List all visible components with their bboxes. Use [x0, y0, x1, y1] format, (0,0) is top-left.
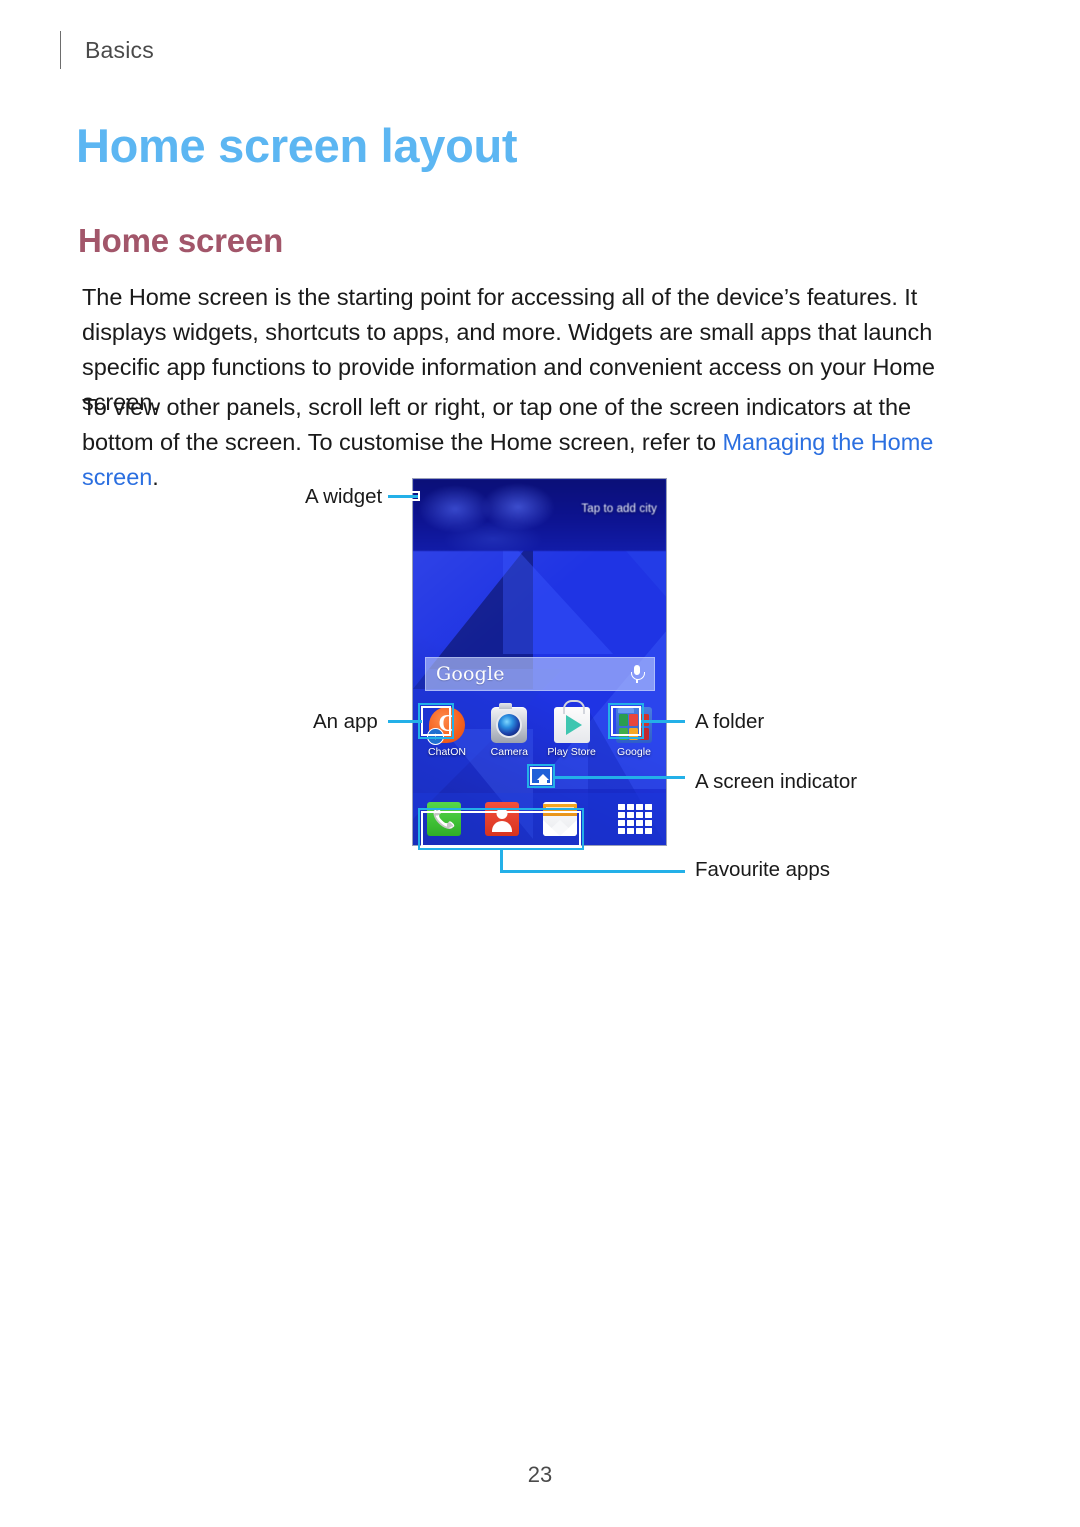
app-shortcut-camera[interactable]: Camera [481, 703, 537, 758]
apps-grid-icon[interactable] [618, 804, 652, 834]
callout-app: An app [313, 710, 378, 733]
app-label: ChatON [428, 746, 466, 758]
google-wordmark: Google [436, 663, 505, 685]
callout-favourite-apps: Favourite apps [695, 858, 830, 881]
leader-line-widget [388, 495, 418, 498]
page-title: Home screen layout [76, 119, 518, 172]
running-head-label: Basics [85, 36, 154, 63]
app-label: Google [617, 746, 651, 758]
app-label: Camera [490, 746, 528, 758]
play-store-icon[interactable] [553, 700, 590, 743]
highlight-screen-indicator-inner [530, 767, 552, 785]
leader-line-folder [641, 720, 685, 723]
page-number: 23 [527, 1462, 553, 1487]
widget-add-city-label[interactable]: Tap to add city [581, 503, 657, 515]
phone-screen-mock: Tap to add city Google C ChatON Camera [412, 478, 667, 846]
camera-icon[interactable] [491, 703, 528, 743]
callout-widget: A widget [305, 485, 383, 508]
app-shortcut-play-store[interactable]: Play Store [544, 700, 600, 758]
google-search-bar[interactable]: Google [425, 657, 655, 691]
home-screen-figure: Tap to add city Google C ChatON Camera [0, 460, 1080, 890]
leader-line-screen-indicator [553, 776, 685, 779]
callout-folder: A folder [695, 710, 765, 733]
highlight-favourite-apps-inner [421, 811, 581, 847]
highlight-app-inner [421, 706, 451, 736]
leader-line-app [388, 720, 422, 723]
weather-clock-widget[interactable]: Tap to add city [413, 479, 666, 551]
highlight-folder-inner [611, 706, 641, 736]
callout-screen-indicator: A screen indicator [695, 770, 858, 793]
microphone-icon[interactable] [630, 664, 645, 684]
section-heading: Home screen [78, 222, 284, 259]
leader-line-favourite-vertical [500, 848, 503, 872]
running-head: Basics [60, 28, 154, 72]
app-label: Play Store [547, 746, 596, 758]
leader-line-favourite-horizontal [500, 870, 685, 873]
running-head-rule [60, 31, 61, 69]
